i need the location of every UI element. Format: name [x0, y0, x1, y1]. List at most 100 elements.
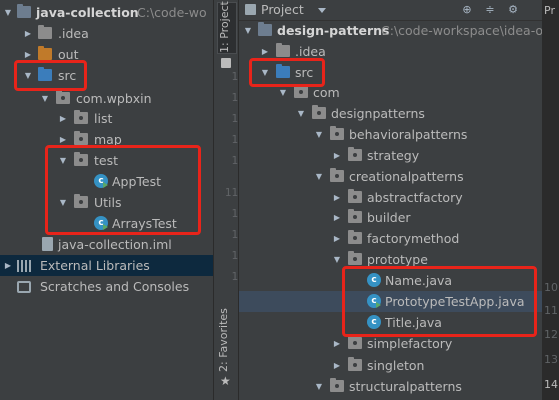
folder-icon [38, 46, 52, 60]
expand-arrow-icon[interactable]: ▼ [22, 65, 34, 86]
expand-arrow-icon[interactable]: ▼ [57, 192, 69, 213]
package-icon [312, 105, 326, 119]
tree-row-utils[interactable]: ▼ Utils [0, 192, 213, 213]
line-number: 13 [544, 353, 558, 366]
tree-row-package[interactable]: ▼ com.wpbxin [0, 88, 213, 109]
expand-arrow-icon[interactable]: ▼ [313, 166, 325, 187]
package-icon [74, 194, 88, 208]
tab-project[interactable]: 1: Project [217, 1, 237, 54]
collapsed-arrow-icon[interactable]: ▶ [331, 145, 343, 166]
tree-label-designpatterns: designpatterns [331, 106, 425, 121]
collapsed-arrow-icon[interactable]: ▶ [22, 23, 34, 44]
tree-row-test[interactable]: ▼ test [0, 150, 213, 171]
tree-row-designpatterns[interactable]: ▼ designpatterns [239, 103, 542, 124]
tree-row-title-java[interactable]: c Title.java [239, 312, 542, 333]
project-header: Project ⊕ ≑ ⚙ [239, 0, 542, 21]
tree-row-structuralpatterns[interactable]: ▼ structuralpatterns [239, 376, 542, 397]
tree-label-name-java: Name.java [385, 273, 453, 288]
expand-arrow-icon[interactable]: ▼ [259, 62, 271, 83]
tab-favorites[interactable]: 2: Favorites [217, 308, 237, 372]
collapsed-arrow-icon[interactable]: ▶ [331, 355, 343, 376]
tree-row-name-java[interactable]: c Name.java [239, 270, 542, 291]
collapsed-arrow-icon[interactable]: ▶ [57, 129, 69, 150]
package-icon [294, 84, 308, 98]
tree-row-external-libraries[interactable]: ▶ External Libraries [0, 255, 213, 276]
folder-icon [276, 43, 290, 57]
tree-label-idea: .idea [295, 44, 326, 59]
tree-row-abstractfactory[interactable]: ▶ abstractfactory [239, 187, 542, 208]
tree-label-src: src [295, 65, 314, 80]
tree-row-out[interactable]: ▶ out [0, 44, 213, 65]
expand-arrow-icon[interactable]: ▼ [295, 103, 307, 124]
tree-label-utils: Utils [94, 195, 122, 210]
libraries-icon [17, 260, 31, 272]
dropdown-arrow-icon[interactable] [318, 8, 326, 13]
tree-row-prototype[interactable]: ▼ prototype [239, 249, 542, 270]
expand-arrow-icon[interactable]: ▼ [2, 2, 14, 23]
tree-row-map[interactable]: ▶ map [0, 129, 213, 150]
expand-arrow-icon[interactable]: ▼ [242, 20, 254, 41]
tree-row-simplefactory[interactable]: ▶ simplefactory [239, 333, 542, 354]
right-project-tree: Project ⊕ ≑ ⚙ ▼ design-patterns C:\code-… [239, 0, 542, 400]
test-class-icon: c [94, 174, 108, 188]
tree-label-apptest: AppTest [112, 174, 162, 189]
package-icon [348, 189, 362, 203]
tree-row-arraystest[interactable]: c ArraysTest [0, 213, 213, 234]
collapse-all-icon[interactable]: ≑ [484, 4, 496, 16]
tree-label-scratches: Scratches and Consoles [40, 279, 190, 294]
tree-row-apptest[interactable]: c AppTest [0, 171, 213, 192]
editor-tab-fragment[interactable]: Pr [544, 4, 555, 17]
star-icon[interactable]: ★ [220, 374, 231, 388]
expand-arrow-icon[interactable]: ▼ [277, 82, 289, 103]
tree-label-arraystest: ArraysTest [112, 216, 177, 231]
locate-icon[interactable]: ⊕ [461, 4, 473, 16]
expand-arrow-icon[interactable]: ▼ [57, 150, 69, 171]
tree-row-strategy[interactable]: ▶ strategy [239, 145, 542, 166]
tree-row-list[interactable]: ▶ list [0, 108, 213, 129]
gutter-line-9: 1 [231, 249, 238, 262]
expand-arrow-icon[interactable]: ▼ [331, 249, 343, 270]
tree-row-creationalpatterns[interactable]: ▼ creationalpatterns [239, 166, 542, 187]
tree-row-singleton[interactable]: ▶ singleton [239, 355, 542, 376]
collapsed-arrow-icon[interactable]: ▶ [57, 108, 69, 129]
tree-row-src[interactable]: ▼ src [0, 65, 213, 86]
collapsed-arrow-icon[interactable]: ▶ [259, 41, 271, 62]
editor-edge: Pr 10 11 12 13 14 [542, 0, 559, 400]
expand-arrow-icon[interactable]: ▼ [39, 88, 51, 109]
java-class-icon: c [367, 273, 381, 287]
tree-row-scratches[interactable]: Scratches and Consoles [0, 276, 213, 297]
module-folder-icon [17, 4, 31, 18]
gutter-line-6: 11 [224, 186, 238, 199]
collapsed-arrow-icon[interactable]: ▶ [331, 187, 343, 208]
collapsed-arrow-icon[interactable]: ▶ [22, 44, 34, 65]
collapsed-arrow-icon[interactable]: ▼ [313, 376, 325, 397]
expand-arrow-icon[interactable]: ▼ [313, 124, 325, 145]
tree-row-iml[interactable]: java-collection.iml [0, 234, 213, 255]
collapsed-arrow-icon[interactable]: ▶ [2, 255, 14, 276]
tree-row-prototypetestapp[interactable]: c PrototypeTestApp.java [239, 291, 542, 312]
collapsed-arrow-icon[interactable]: ▶ [331, 228, 343, 249]
tree-label-package: com.wpbxin [76, 91, 152, 106]
line-number: 11 [544, 304, 558, 317]
settings-gear-icon[interactable]: ⚙ [507, 4, 519, 16]
collapsed-arrow-icon[interactable]: ▶ [331, 333, 343, 354]
tree-row-factorymethod[interactable]: ▶ factorymethod [239, 228, 542, 249]
tree-row-com[interactable]: ▼ com [239, 82, 542, 103]
tree-row-builder[interactable]: ▶ builder [239, 207, 542, 228]
tree-row-idea[interactable]: ▶ .idea [0, 23, 213, 44]
gutter-line-3: 1 [231, 112, 238, 125]
package-icon [348, 147, 362, 161]
tree-row-project-root[interactable]: ▼ java-collection C:\code-wo [0, 2, 213, 23]
tree-row-project-root[interactable]: ▼ design-patterns C:\code-workspace\idea… [239, 20, 542, 41]
source-folder-icon [276, 64, 290, 78]
project-path: C:\code-wo [137, 5, 207, 20]
tree-row-src[interactable]: ▼ src [239, 62, 542, 83]
package-icon [348, 251, 362, 265]
tree-label-strategy: strategy [367, 148, 420, 163]
java-class-icon: c [367, 315, 381, 329]
gutter-line-8: 1 [231, 228, 238, 241]
tree-row-idea[interactable]: ▶ .idea [239, 41, 542, 62]
collapsed-arrow-icon[interactable]: ▶ [331, 207, 343, 228]
gutter-line-7: 1 [231, 207, 238, 220]
tree-row-behavioralpatterns[interactable]: ▼ behavioralpatterns [239, 124, 542, 145]
